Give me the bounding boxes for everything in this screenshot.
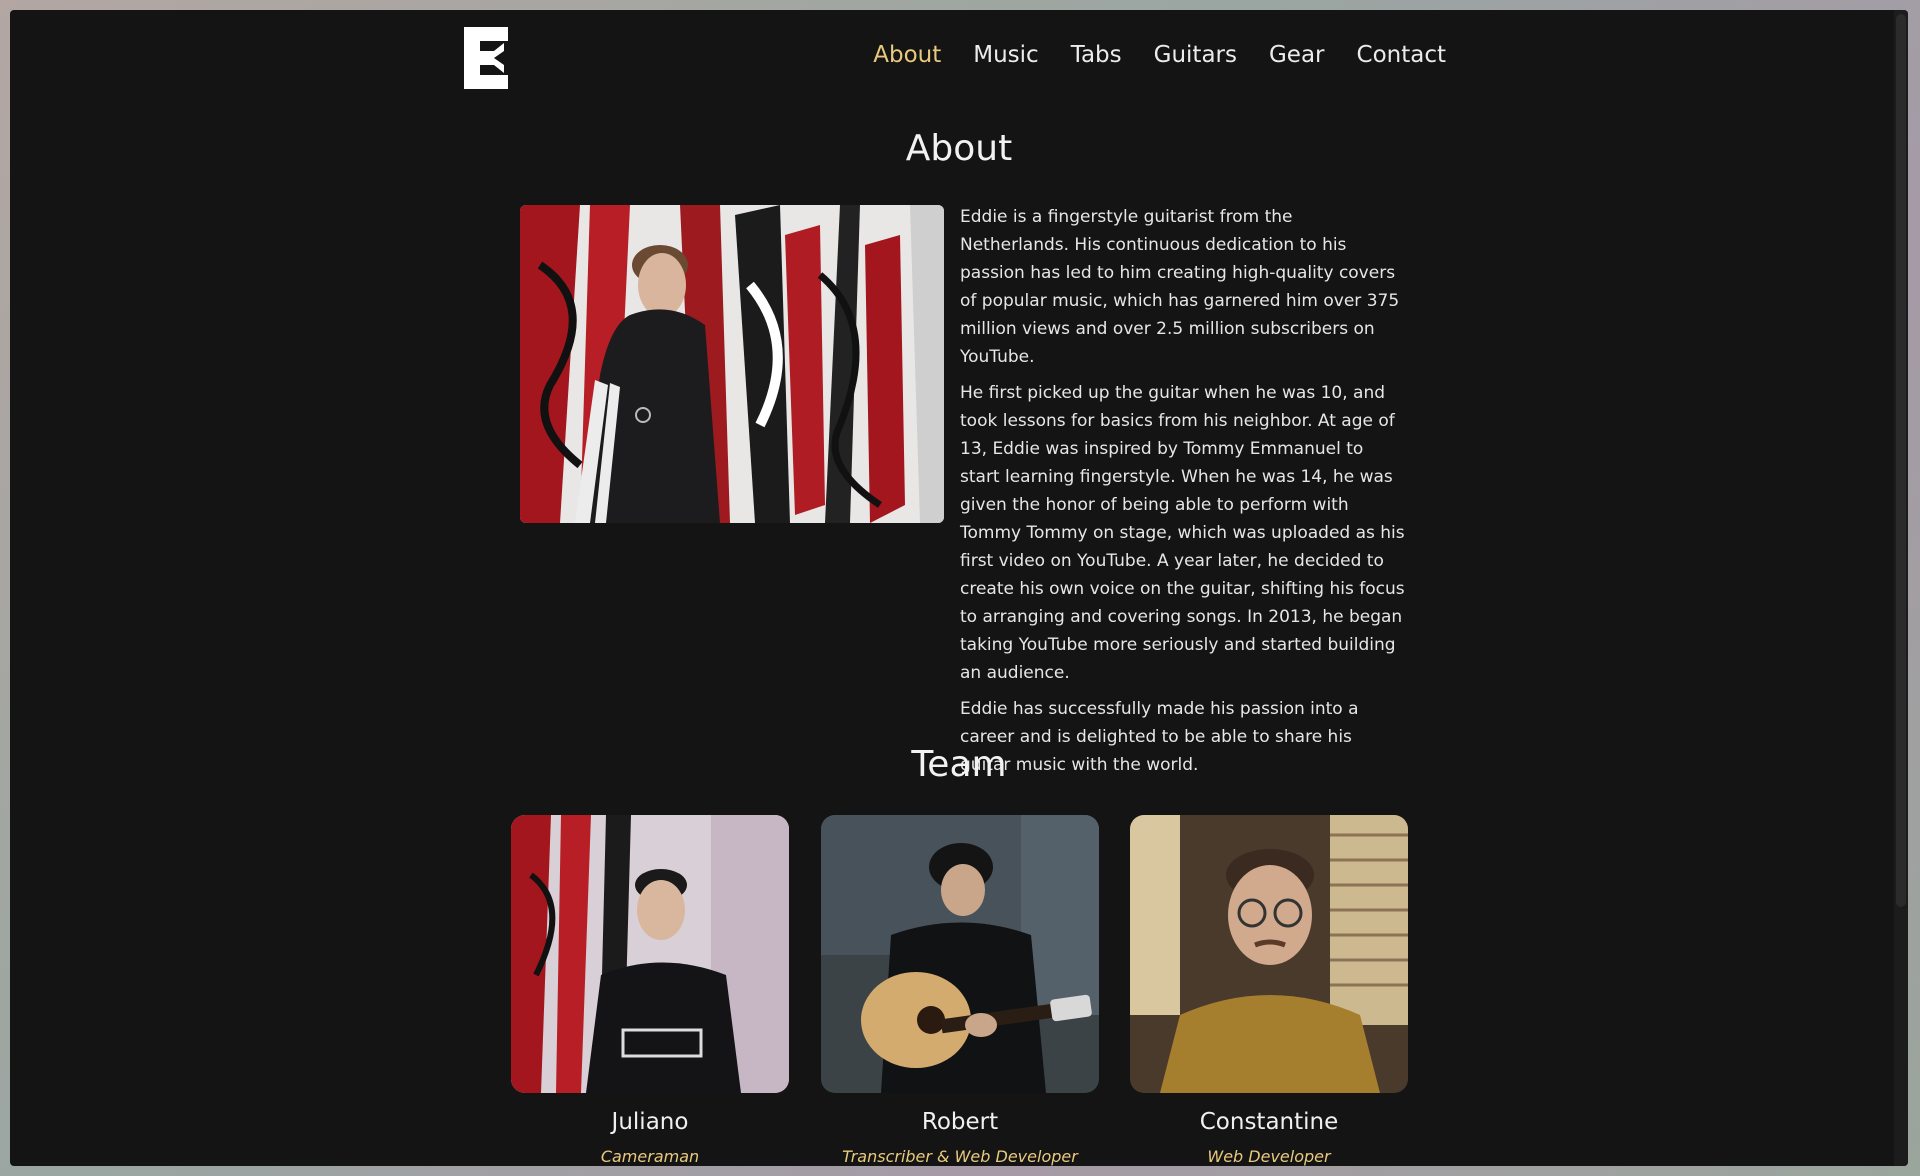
team-member-card: Juliano Cameraman bbox=[511, 815, 789, 1166]
nav-item-gear[interactable]: Gear bbox=[1269, 42, 1325, 68]
about-photo bbox=[520, 205, 944, 523]
team-member-role: Web Developer bbox=[1207, 1147, 1331, 1166]
browser-viewport: About Music Tabs Guitars Gear Contact Ab… bbox=[10, 10, 1908, 1166]
team-heading: Team bbox=[911, 744, 1007, 785]
team-member-role: Cameraman bbox=[600, 1147, 700, 1166]
site-logo[interactable] bbox=[464, 27, 510, 89]
nav-item-contact[interactable]: Contact bbox=[1357, 42, 1446, 68]
nav-item-about[interactable]: About bbox=[873, 42, 941, 68]
team-member-card: Constantine Web Developer bbox=[1130, 815, 1408, 1166]
team-member-photo bbox=[1130, 815, 1408, 1093]
team-member-name: Robert bbox=[921, 1109, 999, 1135]
team-member-name: Juliano bbox=[611, 1109, 689, 1135]
team-member-photo bbox=[511, 815, 789, 1093]
team-member-role: Transcriber & Web Developer bbox=[842, 1147, 1078, 1166]
about-paragraph: He first picked up the guitar when he wa… bbox=[960, 383, 1405, 683]
desktop-frame: About Music Tabs Guitars Gear Contact Ab… bbox=[0, 0, 1920, 1176]
about-paragraph: Eddie is a fingerstyle guitarist from th… bbox=[960, 207, 1400, 367]
about-heading: About bbox=[905, 128, 1013, 169]
team-member-name: Constantine bbox=[1199, 1109, 1339, 1135]
team-member-photo bbox=[821, 815, 1099, 1093]
main-nav: About Music Tabs Guitars Gear Contact bbox=[873, 42, 1446, 68]
nav-item-music[interactable]: Music bbox=[973, 42, 1038, 68]
nav-item-tabs[interactable]: Tabs bbox=[1071, 42, 1122, 68]
scrollbar[interactable] bbox=[1894, 10, 1908, 1166]
logo-e-icon bbox=[464, 27, 508, 89]
scrollbar-thumb[interactable] bbox=[1896, 14, 1906, 907]
nav-item-guitars[interactable]: Guitars bbox=[1154, 42, 1237, 68]
about-text: Eddie is a fingerstyle guitarist from th… bbox=[960, 203, 1405, 787]
team-member-card: Robert Transcriber & Web Developer bbox=[821, 815, 1099, 1166]
